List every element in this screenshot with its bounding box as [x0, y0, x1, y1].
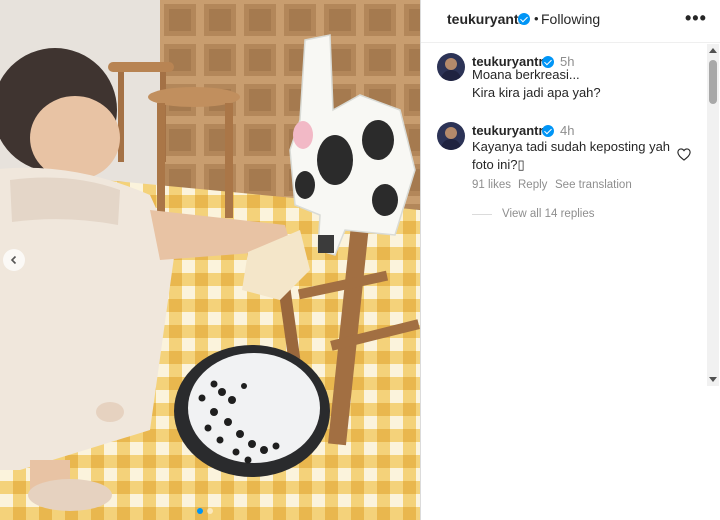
comment-line: foto ini?▯ [472, 157, 525, 172]
likes-count[interactable]: 91 likes [472, 179, 511, 191]
scroll-down-arrow-icon[interactable] [709, 377, 717, 382]
post-photo-illustration [0, 0, 420, 520]
scroll-up-arrow-icon[interactable] [709, 48, 717, 53]
more-options-icon[interactable]: ••• [685, 9, 707, 27]
chevron-left-icon [10, 255, 17, 265]
caption-line: Kira kira jadi apa yah? [472, 85, 601, 100]
following-button[interactable]: Following [541, 11, 600, 27]
scrollbar-thumb[interactable] [709, 60, 717, 104]
replies-divider [472, 213, 492, 215]
header-username[interactable]: teukuryantr [447, 11, 524, 27]
carousel-indicator [197, 508, 213, 514]
post-photo[interactable] [0, 0, 420, 520]
view-replies-label: View all 14 replies [502, 208, 595, 220]
avatar[interactable] [437, 53, 465, 81]
scrollbar[interactable] [707, 44, 719, 386]
comment-username[interactable]: teukuryantr [472, 123, 544, 138]
instagram-post-window: teukuryantr • Following ••• teukuryantr … [0, 0, 720, 520]
carousel-dot [207, 508, 213, 514]
header-separator: • [534, 11, 539, 26]
post-header: teukuryantr • Following ••• [421, 0, 720, 43]
verified-badge-icon [518, 13, 530, 25]
heart-icon[interactable] [677, 148, 691, 161]
comment-time: 4h [560, 123, 575, 138]
view-replies-button[interactable]: View all 14 replies [472, 208, 594, 220]
verified-badge-icon [542, 125, 554, 137]
see-translation-button[interactable]: See translation [555, 179, 632, 191]
comments-panel: teukuryantr • Following ••• teukuryantr … [420, 0, 720, 520]
carousel-prev-button[interactable] [3, 249, 25, 271]
reply-button[interactable]: Reply [518, 179, 547, 191]
avatar[interactable] [437, 122, 465, 150]
comment-line: Kayanya tadi sudah keposting yah [472, 139, 671, 154]
carousel-dot [197, 508, 203, 514]
caption-line: Moana berkreasi... [472, 67, 580, 82]
